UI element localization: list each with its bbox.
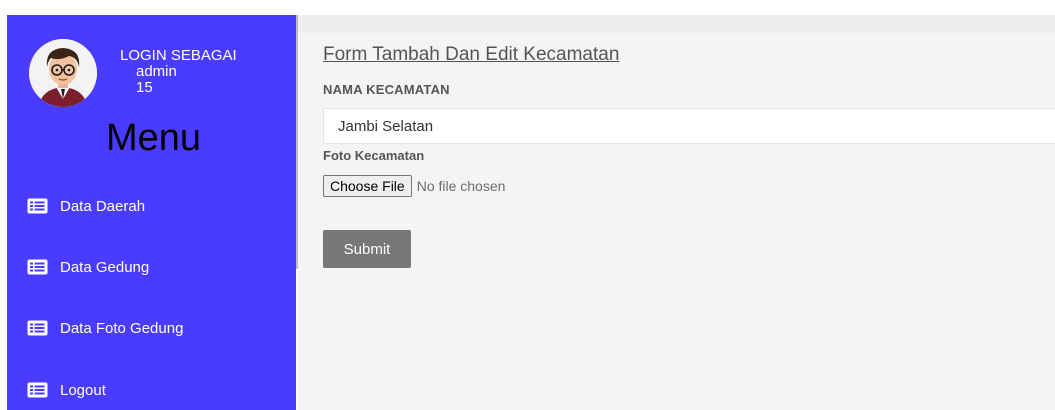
- sidebar-item-label: Data Gedung: [60, 258, 150, 276]
- sidebar-item-data-daerah[interactable]: Data Daerah: [27, 195, 145, 217]
- main-content: Form Tambah Dan Edit Kecamatan NAMA KECA…: [298, 33, 1055, 410]
- username: admin: [136, 63, 177, 80]
- list-icon: [27, 198, 48, 214]
- sidebar-item-label: Data Foto Gedung: [60, 319, 184, 337]
- choose-file-button[interactable]: Choose File: [323, 175, 412, 197]
- sidebar-item-logout[interactable]: Logout: [27, 379, 106, 401]
- list-icon: [27, 320, 48, 336]
- user-avatar: [29, 39, 97, 107]
- login-label: LOGIN SEBAGAI: [120, 47, 237, 64]
- page: LOGIN SEBAGAI admin 15 Menu Data Daerah …: [0, 0, 1055, 410]
- sidebar-item-label: Logout: [60, 381, 106, 399]
- form-title: Form Tambah Dan Edit Kecamatan: [323, 44, 620, 65]
- user-id: 15: [136, 79, 153, 96]
- nama-kecamatan-input[interactable]: [323, 108, 1055, 144]
- foto-kecamatan-label: Foto Kecamatan: [323, 148, 425, 163]
- submit-button[interactable]: Submit: [323, 230, 411, 268]
- list-icon: [27, 259, 48, 275]
- file-upload: Choose File No file chosen: [323, 175, 505, 197]
- avatar-illustration-icon: [29, 39, 97, 107]
- top-bar: [298, 15, 1055, 33]
- sidebar-item-data-foto-gedung[interactable]: Data Foto Gedung: [27, 317, 183, 339]
- sidebar-item-data-gedung[interactable]: Data Gedung: [27, 256, 149, 278]
- nama-kecamatan-label: NAMA KECAMATAN: [323, 82, 450, 97]
- sidebar-item-label: Data Daerah: [60, 197, 146, 215]
- login-info: LOGIN SEBAGAI admin 15: [120, 48, 237, 96]
- list-icon: [27, 382, 48, 398]
- menu-title: Menu: [105, 117, 202, 159]
- file-status-text: No file chosen: [416, 178, 506, 194]
- sidebar: LOGIN SEBAGAI admin 15 Menu Data Daerah …: [7, 15, 296, 410]
